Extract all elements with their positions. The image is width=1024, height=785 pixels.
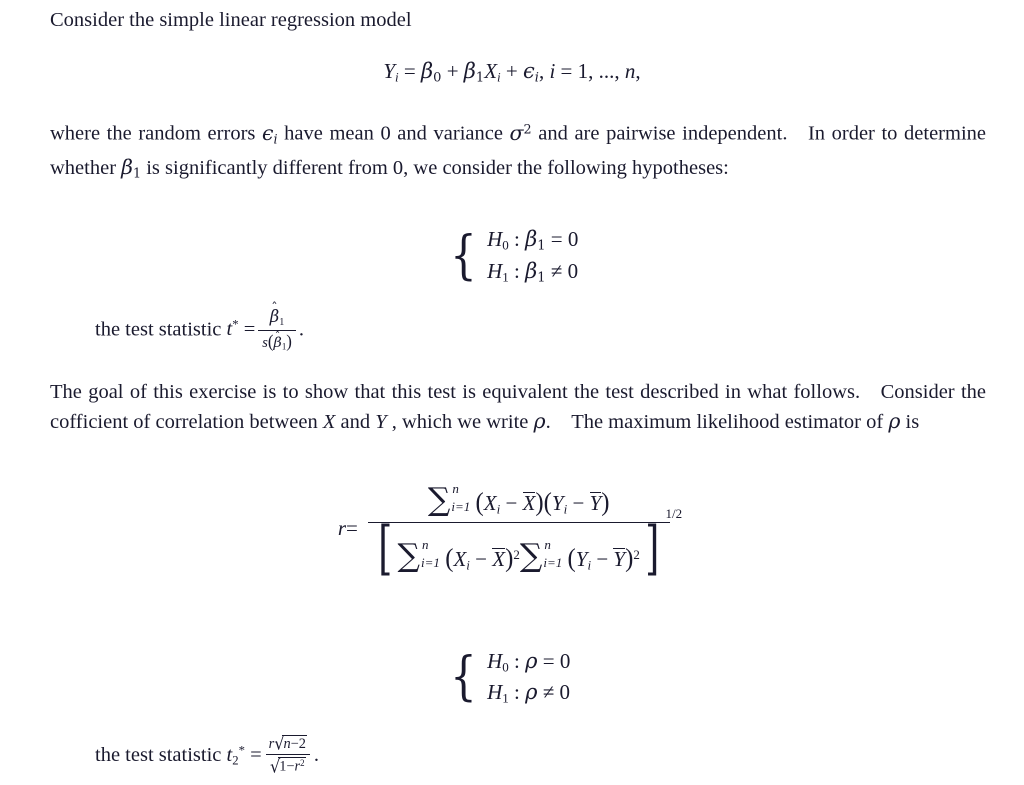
tstat2-fraction: r√n−2 √1−r2 <box>265 732 311 777</box>
tstat1-lead: the test statistic <box>95 318 227 341</box>
p3-text-4: is <box>900 411 920 433</box>
tstat2-symbol: t2* <box>226 743 245 768</box>
tstat1-denominator: s(β ˆ 1) <box>258 330 296 353</box>
right-bracket-icon: ] <box>645 514 660 582</box>
left-bracket-icon: [ <box>378 514 393 582</box>
eq-model-index: i <box>549 59 556 83</box>
p3-text-3: . The maximum likelihood estimator of <box>545 411 889 433</box>
summation-icon: ∑ <box>397 538 421 574</box>
eq-r-den-content: ∑ n i=1 (Xi − X)2∑ n i=1 (Yi − Y)2 <box>397 536 640 574</box>
hypothesis-null-beta: H0 : β1 = 0 <box>487 227 579 254</box>
summation-icon: ∑ <box>519 538 543 574</box>
tstat1-period: . <box>298 318 305 341</box>
tstat2-equals: = <box>250 743 262 766</box>
eq-model-plus-1: + <box>446 59 459 83</box>
hypothesis-alt-rho: H1 : ρ ≠ 0 <box>487 679 571 706</box>
summation-icon: ∑ <box>427 482 451 518</box>
eq-model-dots: , ..., <box>588 59 625 83</box>
p3-X: X <box>322 411 336 433</box>
eq-model-X: Xi <box>484 59 501 85</box>
eq-model-Y: Yi <box>383 59 399 85</box>
hypotheses-beta-system: { H0 : β1 = 0 H1 : β1 ≠ 0 <box>447 226 578 287</box>
sqrt-icon: √n−2 <box>274 732 307 754</box>
document-page: Consider the simple linear regression mo… <box>0 0 1024 785</box>
p3-rho: ρ <box>533 409 546 433</box>
eq-r-exponent: 1/2 <box>665 506 683 521</box>
hypothesis-null-rho: H0 : ρ = 0 <box>487 649 571 675</box>
eq-model-equals: = <box>403 59 416 83</box>
eq-model-beta0: β0 <box>421 59 442 86</box>
X-bar: X <box>522 491 536 515</box>
tstat2-numerator: r√n−2 <box>268 732 307 754</box>
eq-r-denominator: [ ∑ n i=1 (Xi − X)2∑ n i=1 (Yi − Y)2 ] <box>367 514 670 582</box>
eq-r-numerator: ∑ n i=1 (Xi − X)(Yi − Y) <box>427 480 610 518</box>
test-statistic-1-line: the test statistic t* = βˆ1 s(β ˆ 1) . <box>95 301 305 354</box>
hypothesis-alt-beta: H1 : β1 ≠ 0 <box>487 258 579 286</box>
eq-r-fraction: ∑ n i=1 (Xi − X)(Yi − Y) [ ∑ n i=1 (Xi − X)2… <box>367 480 670 582</box>
p2-text-4: is significantly different from 0, we co… <box>141 157 729 180</box>
p2-text-2: have mean 0 and variance <box>277 122 510 145</box>
tstat1-fraction: βˆ1 s(β ˆ 1) <box>258 301 296 353</box>
paragraph-intro: Consider the simple linear regression mo… <box>50 6 986 35</box>
eq-model-equals-2: = <box>560 59 573 83</box>
sqrt-icon: √1−r2 <box>270 755 306 777</box>
left-brace-icon: { <box>450 226 477 287</box>
tstat1-equals: = <box>243 318 256 341</box>
eq-r-num-sum-limits: n i=1 <box>451 480 471 515</box>
hypotheses-rho-system: { H0 : ρ = 0 H1 : ρ ≠ 0 <box>447 648 570 707</box>
equation-correlation-r: r = ∑ n i=1 (Xi − X)(Yi − Y) [ ∑ n i=1 (Xi −… <box>0 480 1024 582</box>
eq-model-beta1: β1 <box>463 59 485 86</box>
p3-rho-2: ρ <box>888 409 901 433</box>
paragraph-intro-text: Consider the simple linear regression mo… <box>50 9 412 31</box>
tstat2-lead: the test statistic <box>95 743 227 766</box>
p2-beta1: β1 <box>121 155 142 181</box>
tstat1-symbol: t* <box>226 317 239 341</box>
tstat1-numerator: βˆ1 <box>269 301 285 328</box>
paragraph-errors: where the random errors ϵi have mean 0 a… <box>50 114 986 188</box>
tstat2-denominator: √1−r2 <box>266 753 310 777</box>
eq-model-one: 1 <box>577 59 589 83</box>
eq-model-comma-1: , <box>538 59 545 83</box>
Y-bar: Y <box>589 491 602 515</box>
p3-Y: Y <box>375 411 387 433</box>
eq-model-epsilon: ϵi <box>523 59 539 86</box>
p2-text-1: where the random errors <box>50 122 262 145</box>
p2-sigma: σ2 <box>509 120 532 145</box>
left-brace-icon: { <box>450 647 477 708</box>
equation-regression-model: Yi = β0 + β1Xi + ϵi, i = 1, ..., n, <box>0 59 1024 86</box>
eq-model-n: n <box>624 59 636 83</box>
eq-model-comma-2: , <box>635 59 641 83</box>
p3-mid: and <box>335 411 376 433</box>
tstat2-period: . <box>313 743 320 766</box>
p3-text-2: , which we write <box>386 411 534 433</box>
paragraph-goal: The goal of this exercise is to show tha… <box>50 378 986 437</box>
eq-r-lhs: r <box>337 515 347 540</box>
test-statistic-2-line: the test statistic t2* = r√n−2 √1−r2 . <box>95 732 320 777</box>
p2-epsilon: ϵi <box>261 120 278 147</box>
eq-model-plus-2: + <box>505 59 518 83</box>
eq-r-equals: = <box>346 515 358 540</box>
